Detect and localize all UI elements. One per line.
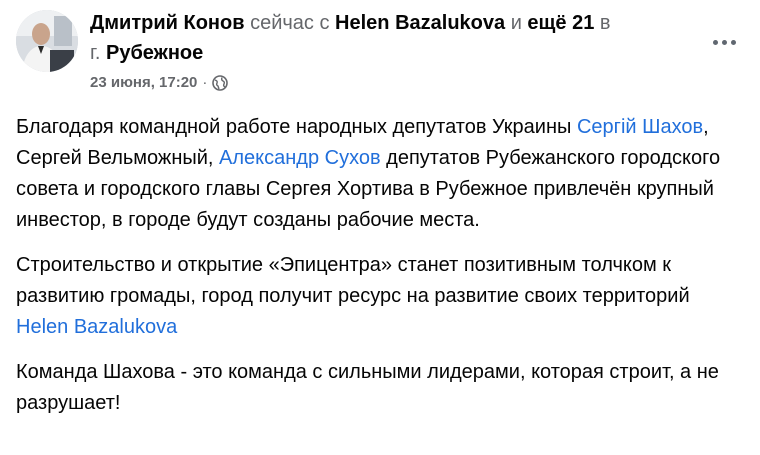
more-options-button[interactable]: [706, 24, 742, 60]
more-dots-icon: [721, 39, 727, 45]
globe-icon[interactable]: [212, 74, 229, 91]
post-date[interactable]: 23 июня, 17:20: [90, 74, 197, 91]
place-prefix: г.: [90, 42, 101, 64]
post-paragraph-3: Команда Шахова - это команда с сильными …: [16, 357, 746, 419]
post-time-word: сейчас: [250, 12, 314, 34]
more-dots-icon: [712, 39, 718, 45]
more-dots-icon: [730, 39, 736, 45]
post-meta: 23 июня, 17:20 ·: [90, 74, 690, 91]
mention-link[interactable]: Helen Bazalukova: [16, 316, 177, 338]
paragraph-text: Команда Шахова - это команда с сильными …: [16, 361, 719, 414]
post-paragraph-2: Строительство и открытие «Эпицентра» ста…: [16, 250, 746, 343]
tagged-person-link[interactable]: Helen Bazalukova: [335, 12, 505, 34]
mention-link[interactable]: Александр Сухов: [219, 147, 381, 169]
place-link[interactable]: Рубежное: [106, 42, 203, 64]
author-name[interactable]: Дмитрий Конов: [90, 12, 245, 34]
paragraph-text: Строительство и открытие «Эпицентра» ста…: [16, 254, 690, 307]
mention-link[interactable]: Сергій Шахов: [577, 116, 703, 138]
post-body: Благодаря командной работе народных депу…: [16, 112, 746, 433]
avatar[interactable]: [16, 10, 78, 72]
avatar-image: [16, 10, 78, 72]
title-line: Дмитрий Конов сейчас с Helen Bazalukova …: [90, 8, 690, 68]
with-word: с: [319, 12, 330, 34]
post-header: Дмитрий Конов сейчас с Helen Bazalukova …: [16, 8, 746, 98]
post-header-text: Дмитрий Конов сейчас с Helen Bazalukova …: [90, 8, 690, 91]
meta-separator: ·: [202, 74, 208, 91]
and-word: и: [510, 12, 522, 34]
paragraph-text: Благодаря командной работе народных депу…: [16, 116, 577, 138]
post-paragraph-1: Благодаря командной работе народных депу…: [16, 112, 746, 236]
in-word: в: [599, 12, 611, 34]
tagged-others-link[interactable]: ещё 21: [527, 12, 594, 34]
